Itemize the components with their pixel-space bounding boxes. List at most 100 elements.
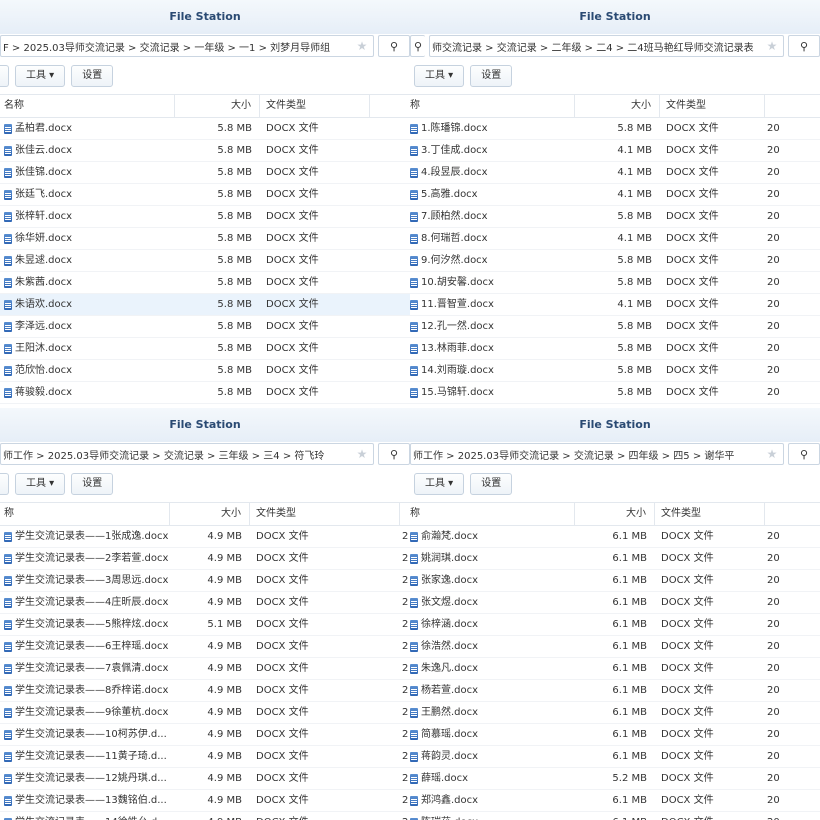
- file-name-cell[interactable]: 张佳云.docx: [0, 140, 175, 161]
- column-size[interactable]: 大小: [170, 503, 250, 525]
- file-name-cell[interactable]: 李泽远.docx: [0, 316, 175, 337]
- file-name-cell[interactable]: 学生交流记录表——4庄昕辰.docx: [0, 592, 170, 613]
- star-icon[interactable]: ★: [354, 447, 370, 461]
- settings-button[interactable]: 设置: [71, 473, 114, 495]
- file-name-cell[interactable]: 徐梓涵.docx: [410, 614, 575, 635]
- file-name-cell[interactable]: 俞瀚梵.docx: [410, 526, 575, 547]
- table-row[interactable]: 14.刘雨璇.docx 5.8 MB DOCX 文件 20: [410, 360, 820, 382]
- file-name-cell[interactable]: 9.何汐然.docx: [410, 250, 575, 271]
- file-name-cell[interactable]: 学生交流记录表——5熊梓炫.docx: [0, 614, 170, 635]
- file-name-cell[interactable]: 朱紫茜.docx: [0, 272, 175, 293]
- table-row[interactable]: 张文煜.docx 6.1 MB DOCX 文件 20: [410, 592, 820, 614]
- file-name-cell[interactable]: 11.晋智萱.docx: [410, 294, 575, 315]
- table-row[interactable]: 张廷飞.docx 5.8 MB DOCX 文件: [0, 184, 410, 206]
- table-row[interactable]: 徐梓涵.docx 6.1 MB DOCX 文件 20: [410, 614, 820, 636]
- file-name-cell[interactable]: 徐华妍.docx: [0, 228, 175, 249]
- settings-button[interactable]: 设置: [470, 473, 513, 495]
- column-extra[interactable]: [400, 503, 410, 525]
- table-row[interactable]: 王阳沐.docx 5.8 MB DOCX 文件: [0, 338, 410, 360]
- tools-button[interactable]: 工具 ▾: [15, 473, 66, 495]
- table-row[interactable]: 学生交流记录表——2李若萱.docx 4.9 MB DOCX 文件 2: [0, 548, 410, 570]
- table-row[interactable]: 杨若萱.docx 6.1 MB DOCX 文件 20: [410, 680, 820, 702]
- column-type[interactable]: 文件类型: [655, 503, 765, 525]
- file-name-cell[interactable]: 学生交流记录表——2李若萱.docx: [0, 548, 170, 569]
- breadcrumb-path[interactable]: 师交流记录 > 交流记录 > 二年级 > 二4 > 二4班马艳红导师交流记录表 …: [429, 35, 784, 57]
- column-extra[interactable]: [370, 95, 410, 117]
- table-row[interactable]: 陈瑞菘.docx 6.1 MBDOCX 文件20: [410, 812, 820, 820]
- file-name-cell[interactable]: 学生交流记录表——6王梓瑶.docx: [0, 636, 170, 657]
- tools-button[interactable]: 工具 ▾: [15, 65, 66, 87]
- table-row[interactable]: 3.丁佳成.docx 4.1 MB DOCX 文件 20: [410, 140, 820, 162]
- tools-button[interactable]: 工具 ▾: [414, 65, 465, 87]
- breadcrumb-path[interactable]: 师工作 > 2025.03导师交流记录 > 交流记录 > 三年级 > 三4 > …: [0, 443, 374, 465]
- file-name-cell[interactable]: 学生交流记录表——12姚丹琪.d...: [0, 768, 170, 789]
- table-row[interactable]: 13.林雨菲.docx 5.8 MB DOCX 文件 20: [410, 338, 820, 360]
- table-row[interactable]: 范欣怡.docx 5.8 MB DOCX 文件: [0, 360, 410, 382]
- tools-button[interactable]: 工具 ▾: [414, 473, 465, 495]
- file-name-cell[interactable]: 学生交流记录表——14徐皓允.d...: [0, 812, 170, 820]
- file-name-cell[interactable]: 7.顾柏然.docx: [410, 206, 575, 227]
- search-button[interactable]: ⚲: [788, 35, 820, 57]
- file-name-cell[interactable]: 朱昱逑.docx: [0, 250, 175, 271]
- file-name-cell[interactable]: 张梓轩.docx: [0, 206, 175, 227]
- file-name-cell[interactable]: 15.马锦轩.docx: [410, 382, 575, 403]
- file-name-cell[interactable]: 张文煜.docx: [410, 592, 575, 613]
- file-name-cell[interactable]: 张家逸.docx: [410, 570, 575, 591]
- table-row[interactable]: 学生交流记录表——13魏铭伯.d... 4.9 MB DOCX 文件 2: [0, 790, 410, 812]
- file-name-cell[interactable]: 学生交流记录表——13魏铭伯.d...: [0, 790, 170, 811]
- file-name-cell[interactable]: 学生交流记录表——7袁佩清.docx: [0, 658, 170, 679]
- table-row[interactable]: 姚润琪.docx 6.1 MB DOCX 文件 20: [410, 548, 820, 570]
- table-row[interactable]: 学生交流记录表——8乔梓诺.docx 4.9 MB DOCX 文件 2: [0, 680, 410, 702]
- file-name-cell[interactable]: 1.陈璠锦.docx: [410, 118, 575, 139]
- table-row[interactable]: 徐华妍.docx 5.8 MB DOCX 文件: [0, 228, 410, 250]
- file-name-cell[interactable]: 张佳锦.docx: [0, 162, 175, 183]
- table-row[interactable]: 学生交流记录表——6王梓瑶.docx 4.9 MB DOCX 文件 2: [0, 636, 410, 658]
- column-extra[interactable]: [765, 503, 820, 525]
- toolbar-button-partial[interactable]: [0, 65, 9, 87]
- table-row[interactable]: 朱昱逑.docx 5.8 MB DOCX 文件: [0, 250, 410, 272]
- search-icon-partial[interactable]: ⚲: [410, 35, 425, 57]
- table-row[interactable]: 张梓轩.docx 5.8 MB DOCX 文件: [0, 206, 410, 228]
- file-name-cell[interactable]: 蒋韵灵.docx: [410, 746, 575, 767]
- file-name-cell[interactable]: 孟柏君.docx: [0, 118, 175, 139]
- table-row[interactable]: 蒋韵灵.docx 6.1 MB DOCX 文件 20: [410, 746, 820, 768]
- table-row[interactable]: 李泽远.docx 5.8 MB DOCX 文件: [0, 316, 410, 338]
- table-row[interactable]: 10.胡安馨.docx 5.8 MB DOCX 文件 20: [410, 272, 820, 294]
- star-icon[interactable]: ★: [764, 39, 780, 53]
- file-name-cell[interactable]: 朱语欢.docx: [0, 294, 175, 315]
- table-row[interactable]: 学生交流记录表——1张成逸.docx 4.9 MB DOCX 文件 2: [0, 526, 410, 548]
- file-name-cell[interactable]: 3.丁佳成.docx: [410, 140, 575, 161]
- table-row[interactable]: 1.陈璠锦.docx 5.8 MB DOCX 文件 20: [410, 118, 820, 140]
- table-row[interactable]: 朱语欢.docx 5.8 MB DOCX 文件: [0, 294, 410, 316]
- column-name[interactable]: 称: [410, 95, 575, 117]
- file-name-cell[interactable]: 5.高雅.docx: [410, 184, 575, 205]
- table-row[interactable]: 蒋骏毅.docx 5.8 MB DOCX 文件: [0, 382, 410, 404]
- star-icon[interactable]: ★: [354, 39, 370, 53]
- file-name-cell[interactable]: 王阳沐.docx: [0, 338, 175, 359]
- column-type[interactable]: 文件类型: [260, 95, 370, 117]
- table-row[interactable]: 学生交流记录表——12姚丹琪.d... 4.9 MB DOCX 文件 2: [0, 768, 410, 790]
- file-name-cell[interactable]: 学生交流记录表——11黄子琦.d...: [0, 746, 170, 767]
- column-extra[interactable]: [765, 95, 820, 117]
- file-name-cell[interactable]: 学生交流记录表——1张成逸.docx: [0, 526, 170, 547]
- file-name-cell[interactable]: 陈瑞菘.docx: [410, 812, 575, 820]
- file-name-cell[interactable]: 简慕瑶.docx: [410, 724, 575, 745]
- file-name-cell[interactable]: 郑鸿鑫.docx: [410, 790, 575, 811]
- column-name[interactable]: 称: [410, 503, 575, 525]
- file-name-cell[interactable]: 朱逸凡.docx: [410, 658, 575, 679]
- star-icon[interactable]: ★: [764, 447, 780, 461]
- file-name-cell[interactable]: 徐浩然.docx: [410, 636, 575, 657]
- table-row[interactable]: 7.顾柏然.docx 5.8 MB DOCX 文件 20: [410, 206, 820, 228]
- table-row[interactable]: 15.马锦轩.docx 5.8 MB DOCX 文件 20: [410, 382, 820, 404]
- settings-button[interactable]: 设置: [71, 65, 114, 87]
- table-row[interactable]: 学生交流记录表——9徐董杭.docx 4.9 MB DOCX 文件 2: [0, 702, 410, 724]
- file-name-cell[interactable]: 8.何瑞哲.docx: [410, 228, 575, 249]
- breadcrumb-path[interactable]: 师工作 > 2025.03导师交流记录 > 交流记录 > 四年级 > 四5 > …: [410, 443, 784, 465]
- toolbar-button-partial[interactable]: [0, 473, 9, 495]
- table-row[interactable]: 5.高雅.docx 4.1 MB DOCX 文件 20: [410, 184, 820, 206]
- table-row[interactable]: 俞瀚梵.docx 6.1 MB DOCX 文件 20: [410, 526, 820, 548]
- table-row[interactable]: 学生交流记录表——14徐皓允.d...4.9 MBDOCX 文件2: [0, 812, 410, 820]
- search-button[interactable]: ⚲: [378, 35, 410, 57]
- table-row[interactable]: 朱逸凡.docx 6.1 MB DOCX 文件 20: [410, 658, 820, 680]
- column-size[interactable]: 大小: [175, 95, 260, 117]
